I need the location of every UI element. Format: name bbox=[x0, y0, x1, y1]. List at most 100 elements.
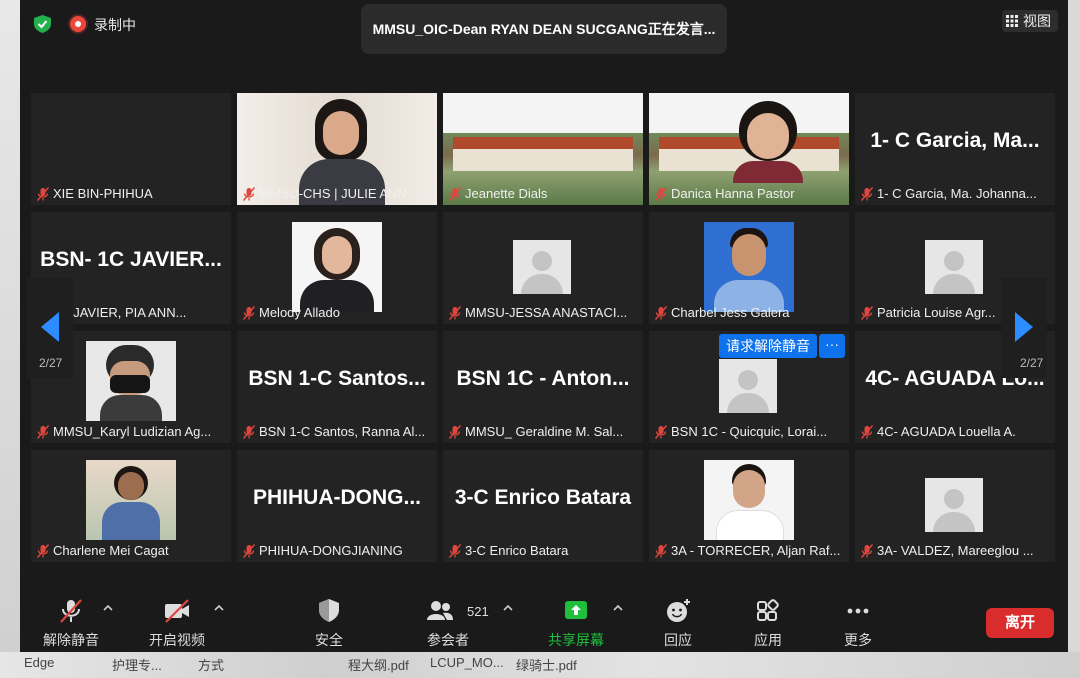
participants-button[interactable]: 参会者 bbox=[418, 592, 478, 652]
participant-photo bbox=[704, 460, 794, 540]
participant-name: MMSU_ Geraldine M. Sal... bbox=[465, 424, 624, 439]
taskbar-item-syllabus[interactable]: 程大纲.pdf bbox=[348, 655, 409, 674]
muted-mic-icon bbox=[243, 544, 255, 558]
muted-mic-icon bbox=[449, 425, 461, 439]
apps-label: 应用 bbox=[754, 632, 782, 648]
more-label: 更多 bbox=[844, 632, 872, 648]
muted-mic-icon bbox=[449, 306, 461, 320]
unmute-button[interactable]: 解除静音 bbox=[38, 592, 104, 652]
taskbar-item-pdf[interactable]: 绿骑士.pdf bbox=[516, 655, 577, 674]
default-avatar-icon bbox=[513, 240, 571, 294]
default-avatar-icon bbox=[925, 240, 983, 294]
participant-name: PHIHUA-DONGJIANING bbox=[259, 543, 403, 558]
video-tile[interactable]: Jeanette Dials bbox=[443, 93, 643, 205]
muted-mic-icon bbox=[37, 425, 49, 439]
participants-icon bbox=[427, 601, 453, 620]
participant-name: 3A- VALDEZ, Mareeglou ... bbox=[877, 543, 1034, 558]
video-tile[interactable]: Charlene Mei Cagat bbox=[31, 450, 231, 562]
muted-mic-icon bbox=[655, 544, 667, 558]
taskbar-item-nursing[interactable]: 护理专... bbox=[112, 655, 162, 674]
request-unmute-button[interactable]: 请求解除静音 bbox=[719, 334, 817, 358]
video-tile[interactable]: Charbel Jess Galera bbox=[649, 212, 849, 324]
participant-name: BSN 1C - Quicquic, Lorai... bbox=[671, 424, 828, 439]
reactions-button[interactable]: 回应 bbox=[656, 592, 700, 652]
participants-count: 521 bbox=[467, 604, 489, 619]
start-video-label: 开启视频 bbox=[149, 632, 205, 648]
video-tile[interactable]: MMSU-CHS | JULIE ANN ... bbox=[237, 93, 437, 205]
participant-name: Charlene Mei Cagat bbox=[53, 543, 169, 558]
participant-name: XIE BIN-PHIHUA bbox=[53, 186, 153, 201]
apps-button[interactable]: 应用 bbox=[746, 592, 790, 652]
audio-options-chevron-icon[interactable] bbox=[103, 604, 113, 612]
meeting-topbar: 录制中 MMSU_OIC-Dean RYAN DEAN SUCGANG正在发言.… bbox=[20, 0, 1068, 54]
video-off-icon bbox=[165, 599, 189, 623]
participant-display-name: BSN 1-C Santos... bbox=[248, 367, 426, 390]
share-screen-button[interactable]: 共享屏幕 bbox=[540, 592, 612, 652]
muted-mic-icon bbox=[655, 187, 667, 201]
taskbar-item-edge[interactable]: Edge bbox=[24, 655, 54, 670]
video-tile[interactable]: Melody Allado bbox=[237, 212, 437, 324]
participants-options-chevron-icon[interactable] bbox=[503, 604, 513, 612]
video-tile[interactable]: XIE BIN-PHIHUA bbox=[31, 93, 231, 205]
security-label: 安全 bbox=[315, 632, 343, 648]
unmute-label: 解除静音 bbox=[43, 632, 99, 648]
active-speaker-banner: MMSU_OIC-Dean RYAN DEAN SUCGANG正在发言... bbox=[361, 4, 727, 54]
encryption-shield-icon[interactable] bbox=[34, 15, 51, 33]
share-options-chevron-icon[interactable] bbox=[613, 604, 623, 612]
muted-mic-icon bbox=[861, 187, 873, 201]
muted-mic-icon bbox=[655, 306, 667, 320]
muted-microphone-icon bbox=[60, 599, 82, 623]
participant-photo bbox=[292, 222, 382, 312]
grid-view-icon bbox=[1006, 15, 1018, 27]
share-screen-label: 共享屏幕 bbox=[548, 632, 604, 648]
shield-icon bbox=[319, 599, 339, 622]
participant-name: 3-C Enrico Batara bbox=[465, 543, 569, 558]
default-avatar-icon bbox=[925, 478, 983, 532]
participants-label: 参会者 bbox=[427, 632, 469, 648]
recording-icon bbox=[70, 16, 86, 32]
video-tile[interactable]: PHIHUA-DONG... PHIHUA-DONGJIANING bbox=[237, 450, 437, 562]
leave-meeting-button[interactable]: 离开 bbox=[986, 608, 1054, 638]
participant-display-name: 1- C Garcia, Ma... bbox=[870, 129, 1040, 152]
share-screen-icon bbox=[565, 601, 587, 619]
muted-mic-icon bbox=[655, 425, 667, 439]
participant-name: Jeanette Dials bbox=[465, 186, 548, 201]
participant-display-name: BSN- 1C JAVIER... bbox=[40, 248, 222, 271]
video-tile[interactable]: 3-C Enrico Batara 3-C Enrico Batara bbox=[443, 450, 643, 562]
participant-photo bbox=[86, 460, 176, 540]
page-indicator-left: 2/27 bbox=[39, 356, 63, 370]
video-tile[interactable]: BSN 1C - Anton... MMSU_ Geraldine M. Sal… bbox=[443, 331, 643, 443]
video-tile[interactable]: 1- C Garcia, Ma... 1- C Garcia, Ma. Joha… bbox=[855, 93, 1055, 205]
video-tile[interactable]: BSN 1-C Santos... BSN 1-C Santos, Ranna … bbox=[237, 331, 437, 443]
taskbar-item-method[interactable]: 方式 bbox=[198, 655, 224, 674]
meeting-toolbar: 解除静音 开启视频 安全 参会者 521 共享屏幕 回应 应用 更多 bbox=[20, 592, 1068, 652]
video-tile[interactable]: 3A - TORRECER, Aljan Raf... bbox=[649, 450, 849, 562]
video-tile[interactable]: MMSU-JESSA ANASTACI... bbox=[443, 212, 643, 324]
security-button[interactable]: 安全 bbox=[304, 592, 354, 652]
muted-mic-icon bbox=[243, 187, 255, 201]
view-label: 视图 bbox=[1023, 13, 1051, 29]
reactions-label: 回应 bbox=[664, 632, 692, 648]
chevron-left-icon bbox=[41, 312, 59, 342]
video-tile[interactable]: Danica Hanna Pastor bbox=[649, 93, 849, 205]
zoom-meeting-window: 录制中 MMSU_OIC-Dean RYAN DEAN SUCGANG正在发言.… bbox=[20, 0, 1068, 652]
participant-name: BSN 1-C Santos, Ranna Al... bbox=[259, 424, 426, 439]
tile-more-button[interactable]: ··· bbox=[819, 334, 845, 358]
participant-name: Danica Hanna Pastor bbox=[671, 186, 795, 201]
video-tile[interactable]: 3A- VALDEZ, Mareeglou ... bbox=[855, 450, 1055, 562]
participant-display-name: BSN 1C - Anton... bbox=[456, 367, 630, 390]
start-video-button[interactable]: 开启视频 bbox=[140, 592, 214, 652]
participant-photo bbox=[86, 341, 176, 421]
participant-display-name: 3-C Enrico Batara bbox=[454, 486, 632, 509]
page-indicator-right: 2/27 bbox=[1020, 356, 1044, 370]
video-options-chevron-icon[interactable] bbox=[214, 604, 224, 612]
participant-name: Melody Allado bbox=[259, 305, 340, 320]
recording-label: 录制中 bbox=[94, 17, 136, 33]
participant-name: 3A - TORRECER, Aljan Raf... bbox=[671, 543, 841, 558]
view-button[interactable]: 视图 bbox=[1002, 10, 1058, 32]
taskbar-item-lcup[interactable]: LCUP_MO... bbox=[430, 655, 504, 670]
more-button[interactable]: 更多 bbox=[836, 592, 880, 652]
muted-mic-icon bbox=[449, 544, 461, 558]
apps-icon bbox=[757, 599, 779, 621]
participant-video bbox=[733, 101, 803, 183]
